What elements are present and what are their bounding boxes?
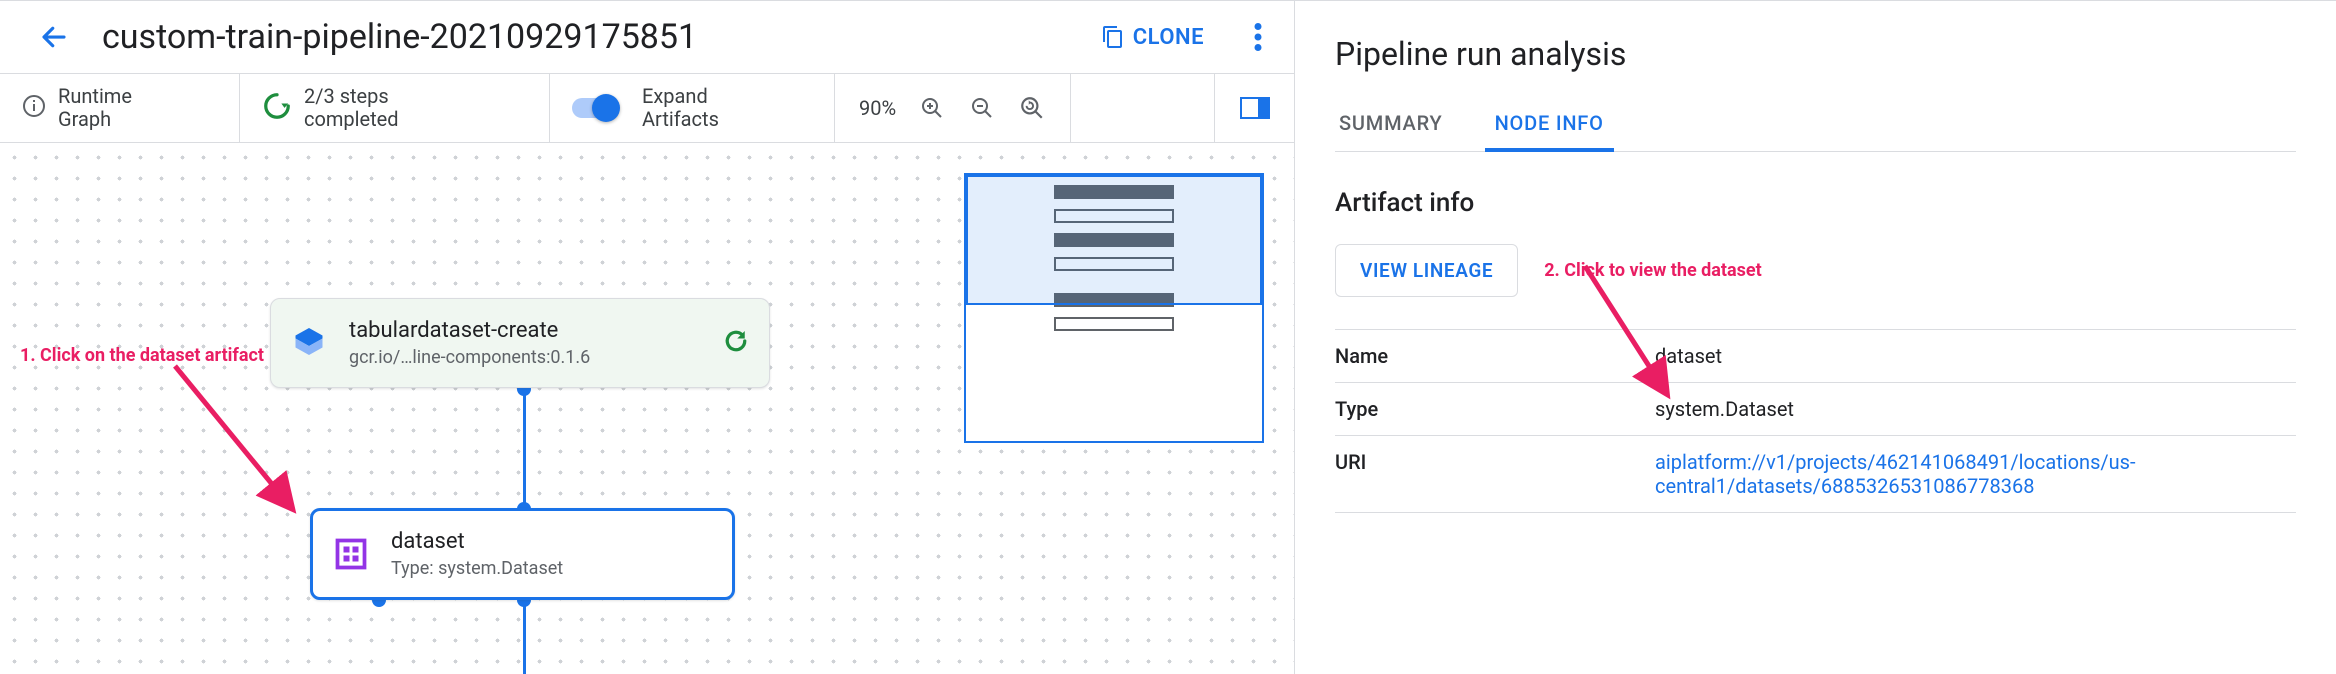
- kv-key: URI: [1335, 450, 1655, 498]
- tab-summary[interactable]: SUMMARY: [1335, 99, 1447, 151]
- edge: [523, 600, 526, 674]
- pipeline-title: custom-train-pipeline-20210929175851: [102, 17, 697, 57]
- node-dataset-artifact[interactable]: dataset Type: system.Dataset: [310, 508, 735, 600]
- kv-val: dataset: [1655, 344, 2296, 368]
- tab-node-info[interactable]: NODE INFO: [1491, 99, 1608, 151]
- clone-icon: [1101, 25, 1125, 49]
- node-subtitle: Type: system.Dataset: [391, 558, 714, 581]
- retry-icon[interactable]: [721, 326, 751, 360]
- arrow-back-icon: [39, 22, 69, 52]
- panel-title: Pipeline run analysis: [1335, 35, 2296, 73]
- section-artifact-info: Artifact info: [1335, 188, 2296, 218]
- minimap-viewport[interactable]: [966, 175, 1262, 305]
- node-subtitle: gcr.io/…line-components:0.1.6: [349, 347, 721, 370]
- expand-artifacts-label: Expand Artifacts: [642, 85, 719, 131]
- panel-tabs: SUMMARY NODE INFO: [1335, 99, 2296, 152]
- expand-artifacts-toggle[interactable]: [572, 98, 618, 118]
- toggle-side-panel-button[interactable]: [1240, 97, 1270, 119]
- zoom-percent-label: 90%: [859, 96, 896, 120]
- more-menu-button[interactable]: [1234, 13, 1282, 61]
- kv-row-name: Name dataset: [1335, 329, 2296, 383]
- edge: [523, 388, 526, 510]
- component-icon: [289, 323, 329, 363]
- clone-label: CLONE: [1133, 25, 1204, 50]
- info-icon: [22, 94, 46, 123]
- dataset-uri-link[interactable]: aiplatform://v1/projects/462141068491/lo…: [1655, 450, 2136, 498]
- back-button[interactable]: [30, 13, 78, 61]
- kv-row-type: Type system.Dataset: [1335, 383, 2296, 436]
- runtime-graph-label: Runtime Graph: [58, 85, 132, 131]
- node-tabulardataset-create[interactable]: tabulardataset-create gcr.io/…line-compo…: [270, 298, 770, 388]
- annotation-arrow-2: [1575, 261, 1725, 421]
- minimap[interactable]: [964, 173, 1264, 443]
- view-lineage-button[interactable]: VIEW LINEAGE: [1335, 244, 1518, 297]
- clone-button[interactable]: CLONE: [1087, 17, 1218, 58]
- kv-row-uri: URI aiplatform://v1/projects/46214106849…: [1335, 436, 2296, 513]
- node-title: dataset: [391, 528, 714, 556]
- artifact-properties: Name dataset Type system.Dataset URI aip…: [1335, 329, 2296, 513]
- dataset-icon: [331, 534, 371, 574]
- zoom-out-button[interactable]: [968, 94, 996, 122]
- zoom-reset-button[interactable]: [1018, 94, 1046, 122]
- steps-completed-label: 2/3 steps completed: [304, 85, 399, 131]
- steps-progress-icon: [262, 91, 292, 126]
- more-vert-icon: [1254, 23, 1262, 51]
- pipeline-canvas[interactable]: tabulardataset-create gcr.io/…line-compo…: [0, 143, 1294, 674]
- zoom-in-button[interactable]: [918, 94, 946, 122]
- annotation-arrow-1: [170, 361, 330, 531]
- node-title: tabulardataset-create: [349, 317, 721, 345]
- kv-val: system.Dataset: [1655, 397, 2296, 421]
